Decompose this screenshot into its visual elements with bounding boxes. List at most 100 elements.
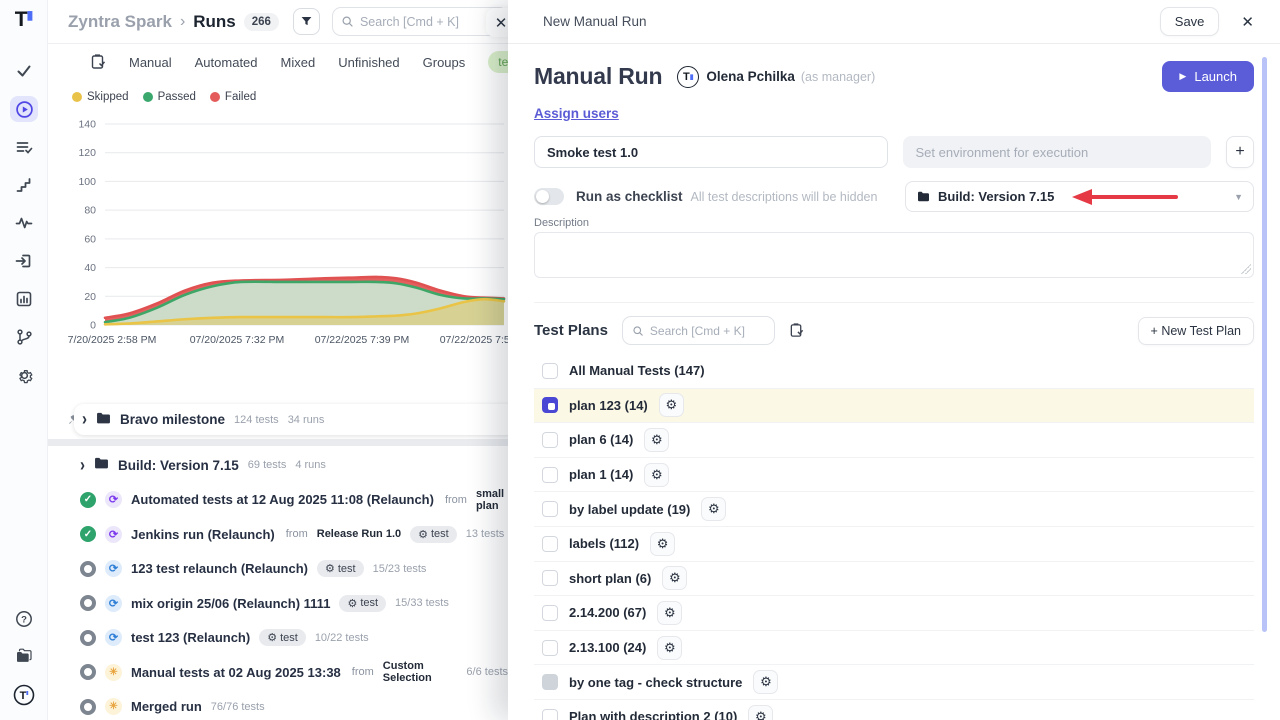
gear-icon[interactable]: ⚙	[657, 636, 682, 660]
filter-button[interactable]	[293, 8, 320, 35]
plan-checkbox[interactable]	[542, 363, 558, 379]
folder-row[interactable]: ›Build: Version 7.1569 tests4 runs	[48, 448, 508, 483]
plan-checkbox[interactable]	[542, 467, 558, 483]
run-row[interactable]: ⟳test 123 (Relaunch)⚙test10/22 tests	[48, 621, 508, 656]
test-plans-list: All Manual Tests (147)plan 123 (14)⚙plan…	[534, 354, 1254, 720]
folder-row[interactable]: ›Bravo milestone124 tests34 runs	[74, 404, 516, 435]
plan-checkbox[interactable]	[542, 501, 558, 517]
gear-icon[interactable]: ⚙	[644, 428, 669, 452]
gear-icon[interactable]: ⚙	[662, 566, 687, 590]
settings-icon[interactable]	[10, 362, 38, 388]
status-finished-icon	[80, 630, 96, 646]
close-icon[interactable]: ✕	[1241, 13, 1254, 31]
launch-button[interactable]: ▶Launch	[1162, 61, 1254, 92]
test-plan-row[interactable]: All Manual Tests (147)	[534, 354, 1254, 389]
svg-text:?: ?	[21, 614, 27, 625]
run-title: Manual tests at 02 Aug 2025 13:38	[131, 665, 341, 680]
tab-automated[interactable]: Automated	[195, 55, 258, 70]
plan-checkbox[interactable]	[542, 605, 558, 621]
gear-icon[interactable]: ⚙	[644, 463, 669, 487]
test-plan-row[interactable]: plan 6 (14)⚙	[534, 423, 1254, 458]
add-environment-button[interactable]: +	[1226, 136, 1254, 168]
test-plan-row[interactable]: by label update (19)⚙	[534, 492, 1254, 527]
plan-checkbox[interactable]	[542, 536, 558, 552]
run-row[interactable]: ✳Manual tests at 02 Aug 2025 13:38fromCu…	[48, 655, 508, 690]
description-textarea[interactable]	[534, 232, 1254, 278]
list-check-icon[interactable]	[10, 134, 38, 160]
projects-icon[interactable]	[10, 644, 38, 670]
chevron-right-icon[interactable]: ›	[80, 456, 85, 474]
from-target: Release Run 1.0	[317, 528, 401, 540]
sync-icon: ⟳	[105, 595, 122, 612]
chevron-right-icon[interactable]: ›	[82, 411, 87, 429]
test-plan-row[interactable]: 2.14.200 (67)⚙	[534, 596, 1254, 631]
pulse-icon[interactable]	[10, 210, 38, 236]
run-row[interactable]: ✓⟳Automated tests at 12 Aug 2025 11:08 (…	[48, 483, 508, 518]
test-plan-row[interactable]: labels (112)⚙	[534, 527, 1254, 562]
environment-input[interactable]	[903, 136, 1211, 168]
run-row[interactable]: ✓⟳Jenkins run (Relaunch)fromRelease Run …	[48, 517, 508, 552]
plan-checkbox[interactable]	[542, 397, 558, 413]
search-icon	[341, 15, 354, 28]
assign-users-link[interactable]: Assign users	[534, 106, 619, 121]
account-icon[interactable]: T	[10, 682, 38, 708]
run-row[interactable]: ✳Merged run76/76 tests	[48, 690, 508, 720]
tag-chip[interactable]: ⚙test	[317, 560, 364, 577]
drawer-scrollbar[interactable]	[1262, 57, 1267, 632]
runs-play-icon[interactable]	[10, 96, 38, 122]
gear-icon[interactable]: ⚙	[748, 705, 773, 720]
svg-text:80: 80	[84, 205, 96, 217]
steps-icon[interactable]	[10, 172, 38, 198]
run-name-input[interactable]	[534, 136, 888, 168]
breadcrumb-section[interactable]: Runs	[193, 12, 236, 32]
breadcrumb-project[interactable]: Zyntra Spark	[68, 12, 172, 32]
plan-checkbox[interactable]	[542, 432, 558, 448]
save-button[interactable]: Save	[1160, 7, 1220, 36]
run-as-checklist-toggle[interactable]	[534, 188, 564, 205]
clipboard-check-icon[interactable]	[789, 323, 804, 338]
test-plan-row[interactable]: plan 123 (14)⚙	[534, 389, 1254, 424]
tab-mixed[interactable]: Mixed	[281, 55, 316, 70]
gear-icon[interactable]: ⚙	[701, 497, 726, 521]
test-plans-search[interactable]	[622, 316, 775, 345]
import-icon[interactable]	[10, 248, 38, 274]
plan-checkbox[interactable]	[542, 709, 558, 720]
resize-grip[interactable]	[1241, 264, 1251, 274]
test-plans-search-input[interactable]	[650, 324, 760, 338]
tab-groups[interactable]: Groups	[423, 55, 466, 70]
tasks-check-icon[interactable]	[10, 58, 38, 84]
tag-chip[interactable]: ⚙test	[410, 526, 457, 543]
run-row[interactable]: ⟳123 test relaunch (Relaunch)⚙test15/23 …	[48, 552, 508, 587]
gear-icon[interactable]: ⚙	[650, 532, 675, 556]
gear-icon[interactable]: ⚙	[657, 601, 682, 625]
runs-search-input[interactable]	[360, 15, 480, 29]
plan-checkbox[interactable]	[542, 570, 558, 586]
tab-manual[interactable]: Manual	[129, 55, 172, 70]
section-divider	[534, 302, 1254, 303]
plan-label: plan 1 (14)	[569, 467, 633, 482]
help-icon[interactable]: ?	[10, 606, 38, 632]
plan-checkbox[interactable]	[542, 674, 558, 690]
svg-text:0: 0	[90, 320, 96, 332]
test-plan-row[interactable]: by one tag - check structure⚙	[534, 665, 1254, 700]
runs-search[interactable]	[332, 7, 508, 36]
test-plan-row[interactable]: Plan with description 2 (10)⚙	[534, 700, 1254, 720]
run-row[interactable]: ⟳mix origin 25/06 (Relaunch) 1111⚙test15…	[48, 586, 508, 621]
new-test-plan-button[interactable]: + New Test Plan	[1138, 317, 1254, 345]
app-logo[interactable]: T▮	[0, 8, 48, 32]
branch-icon[interactable]	[10, 324, 38, 350]
tag-chip[interactable]: ⚙test	[259, 629, 306, 646]
build-select-dropdown[interactable]: Build: Version 7.15 ▼	[905, 181, 1254, 212]
analytics-icon[interactable]	[10, 286, 38, 312]
test-plan-row[interactable]: short plan (6)⚙	[534, 562, 1254, 597]
svg-text:7/20/2025 2:58 PM: 7/20/2025 2:58 PM	[68, 334, 157, 346]
tag-chip[interactable]: ⚙test	[339, 595, 386, 612]
plan-checkbox[interactable]	[542, 640, 558, 656]
test-plan-row[interactable]: 2.13.100 (24)⚙	[534, 631, 1254, 666]
svg-text:100: 100	[78, 176, 96, 188]
gear-icon[interactable]: ⚙	[659, 393, 684, 417]
tab-unfinished[interactable]: Unfinished	[338, 55, 399, 70]
clipboard-check-icon[interactable]	[90, 54, 106, 70]
gear-icon[interactable]: ⚙	[753, 670, 778, 694]
test-plan-row[interactable]: plan 1 (14) ⚙	[534, 458, 1254, 493]
